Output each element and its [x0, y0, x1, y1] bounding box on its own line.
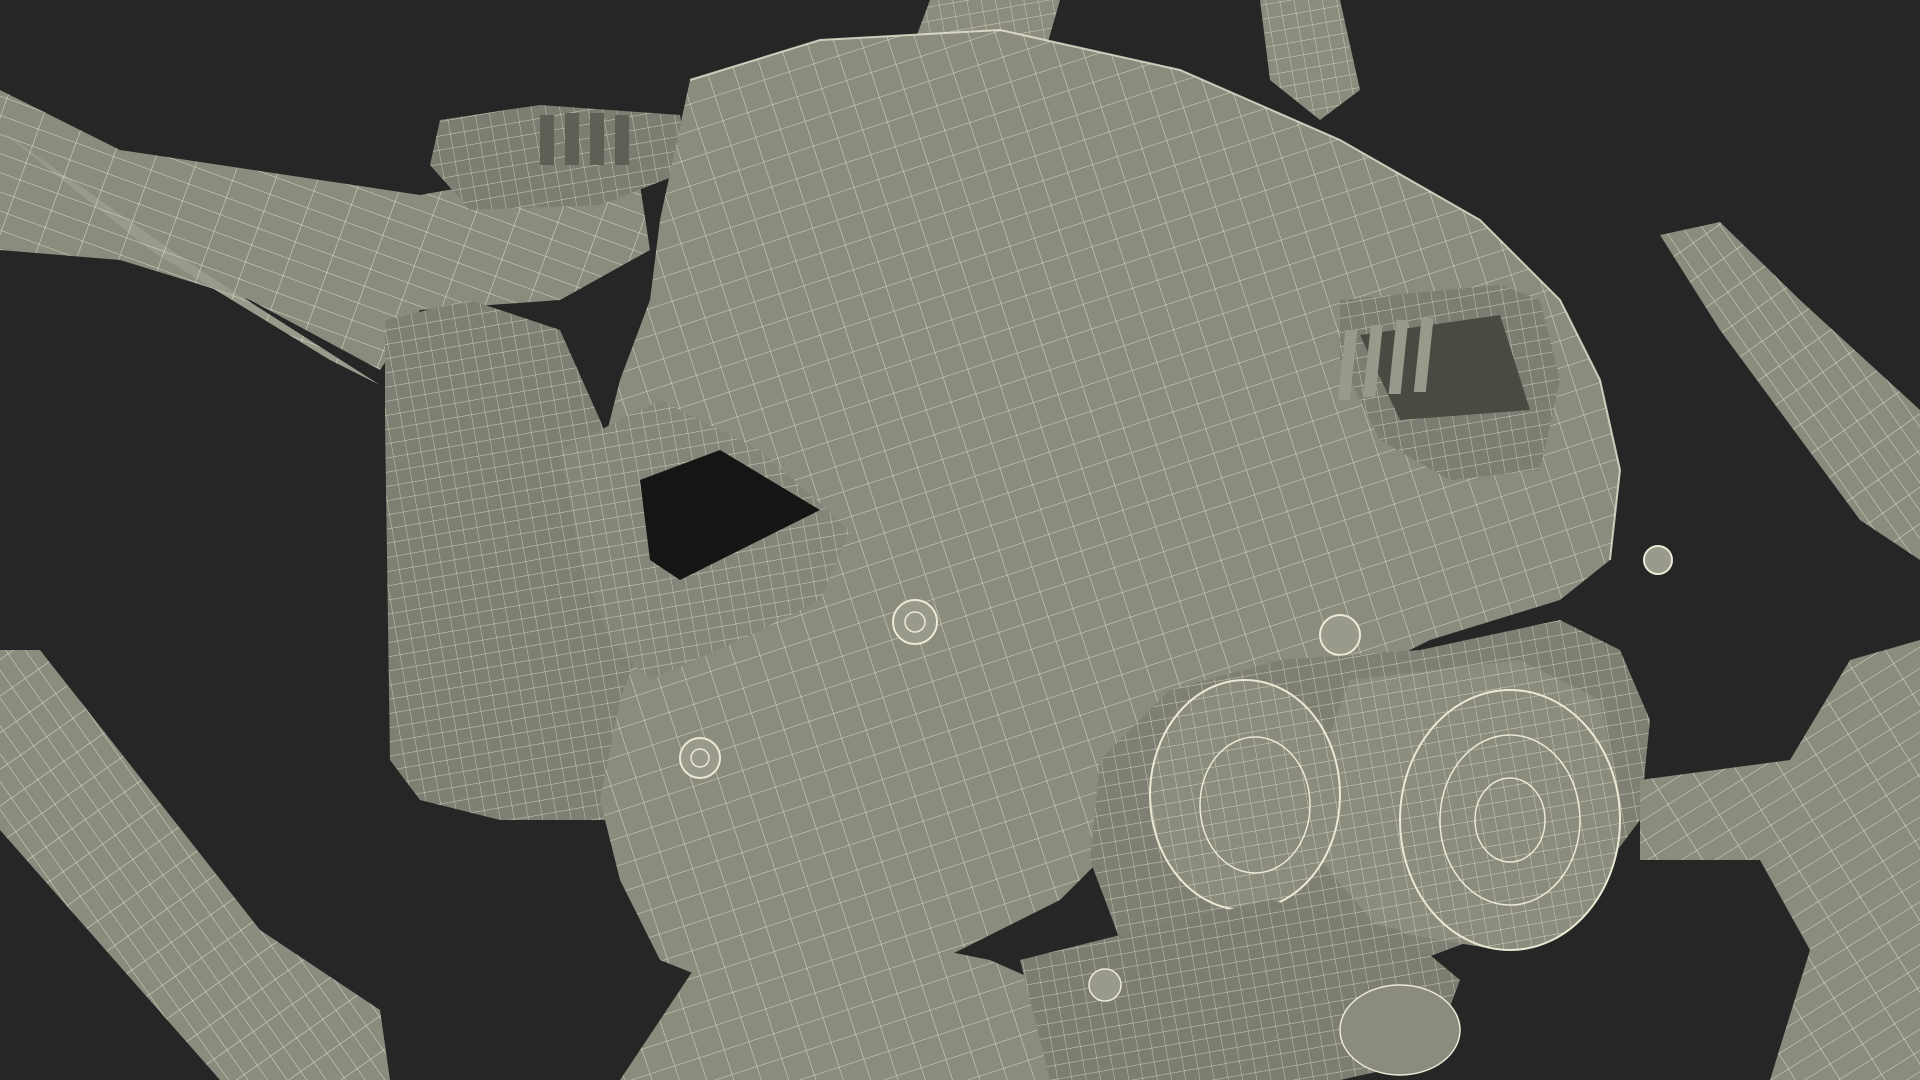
wireframe-render	[0, 0, 1920, 1080]
propeller-blade-right	[1660, 222, 1920, 560]
camera-lens-secondary	[1149, 679, 1341, 911]
propeller-blade-lower-left	[0, 650, 390, 1080]
render-viewport	[0, 0, 1920, 1080]
camera-lens-main	[1399, 689, 1621, 951]
top-vent-rear	[430, 105, 690, 210]
arm-right	[1640, 640, 1920, 1080]
